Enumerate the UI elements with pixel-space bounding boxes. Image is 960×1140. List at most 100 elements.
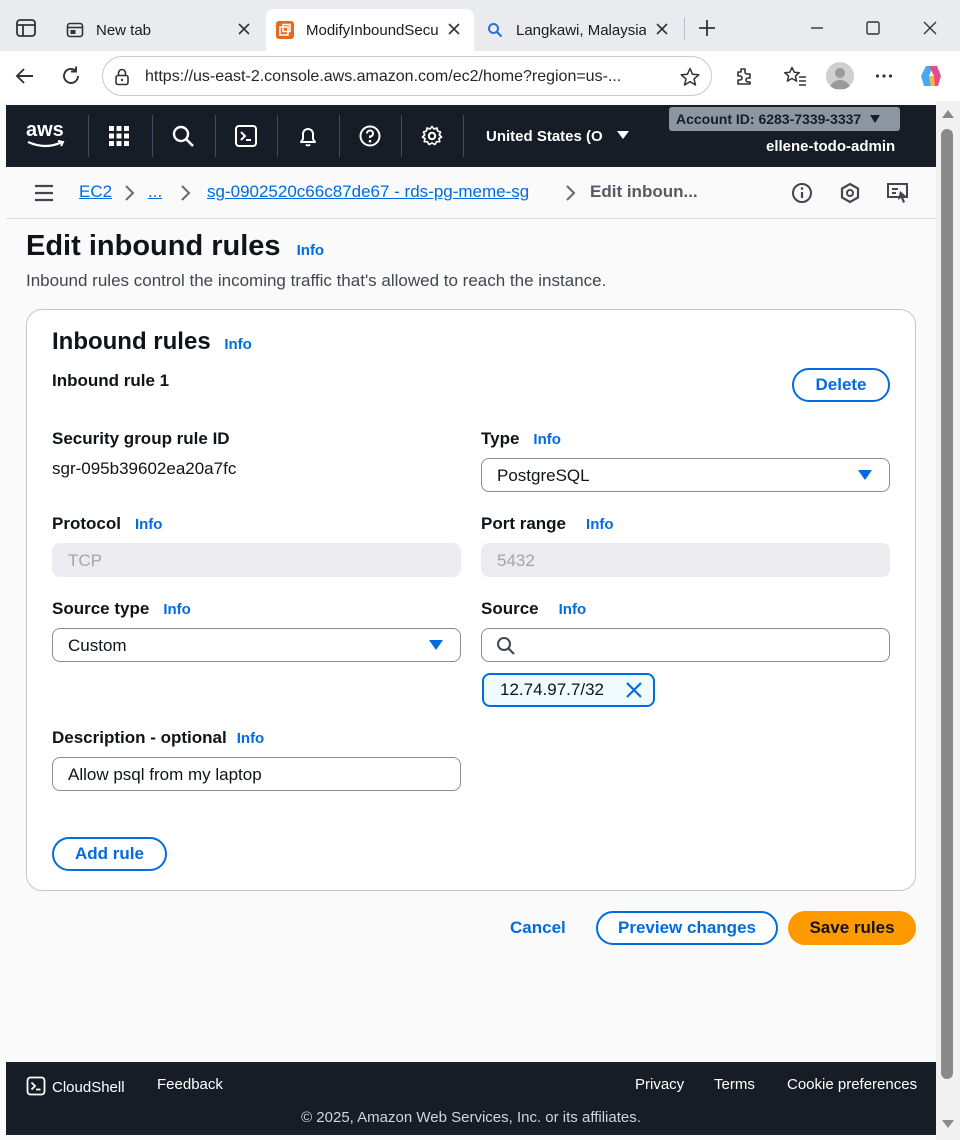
- source-token: 12.74.97.7/32: [482, 673, 655, 707]
- tutorial-panel-icon[interactable]: [885, 180, 911, 206]
- breadcrumb-ec2[interactable]: EC2: [79, 182, 112, 202]
- copilot-icon[interactable]: [917, 62, 945, 90]
- info-link[interactable]: Info: [224, 336, 252, 353]
- protocol-field: TCP: [52, 543, 461, 577]
- source-type-label: Source type Info: [52, 599, 191, 619]
- footer-cookie-preferences[interactable]: Cookie preferences: [787, 1076, 917, 1093]
- profile-avatar[interactable]: [826, 62, 854, 90]
- type-label-text: Type: [481, 429, 520, 448]
- type-select[interactable]: PostgreSQL: [481, 458, 890, 492]
- footer-privacy[interactable]: Privacy: [635, 1076, 684, 1093]
- search-icon: [496, 636, 516, 661]
- favorite-star-icon[interactable]: [679, 66, 701, 93]
- info-link[interactable]: Info: [533, 431, 561, 448]
- hamburger-menu-icon[interactable]: [34, 184, 54, 207]
- protocol-label-text: Protocol: [52, 514, 121, 533]
- close-icon[interactable]: [444, 19, 464, 39]
- inbound-rules-card: Inbound rules Info Inbound rule 1 Delete…: [26, 309, 916, 891]
- close-icon[interactable]: [652, 19, 672, 39]
- source-type-label-text: Source type: [52, 599, 150, 618]
- tab-actions-icon[interactable]: [14, 16, 38, 40]
- save-rules-button[interactable]: Save rules: [788, 911, 916, 945]
- search-icon: [486, 21, 504, 39]
- description-label: Description - optional Info: [52, 728, 264, 748]
- tab-modify-inbound[interactable]: ModifyInboundSecu: [266, 9, 474, 51]
- chevron-right-icon: [566, 185, 576, 201]
- services-grid-icon[interactable]: [106, 123, 132, 149]
- console-footer: CloudShell Feedback Privacy Terms Cookie…: [6, 1062, 936, 1135]
- delete-button[interactable]: Delete: [792, 368, 890, 402]
- footer-cloudshell-label: CloudShell: [52, 1079, 125, 1096]
- footer-feedback[interactable]: Feedback: [157, 1076, 223, 1093]
- caret-down-icon: [870, 115, 881, 123]
- scrollbar-thumb[interactable]: [941, 129, 953, 1079]
- info-link[interactable]: Info: [297, 242, 325, 259]
- header-divider: [339, 115, 340, 157]
- region-selector[interactable]: United States (O: [486, 128, 629, 145]
- settings-gear-icon[interactable]: [419, 123, 445, 149]
- footer-terms[interactable]: Terms: [714, 1076, 755, 1093]
- type-select-value: PostgreSQL: [497, 466, 590, 485]
- region-label: United States (O: [486, 128, 603, 145]
- tab-langkawi[interactable]: Langkawi, Malaysia: [476, 9, 682, 51]
- cloudshell-icon[interactable]: [233, 123, 259, 149]
- close-icon[interactable]: [234, 19, 254, 39]
- breadcrumb-security-group[interactable]: sg-0902520c66c87de67 - rds-pg-meme-sg: [207, 182, 529, 202]
- info-circle-icon[interactable]: [789, 180, 815, 206]
- lock-icon[interactable]: [112, 67, 132, 92]
- info-link[interactable]: Info: [559, 601, 587, 618]
- remove-token-icon[interactable]: [625, 681, 643, 699]
- favorites-icon[interactable]: [781, 62, 809, 90]
- page-scrollbar[interactable]: [936, 101, 960, 1140]
- hexagon-settings-icon[interactable]: [837, 180, 863, 206]
- new-tab-icon: [66, 21, 84, 39]
- notifications-bell-icon[interactable]: [295, 123, 321, 149]
- account-id-label: Account ID: 6283-7339-3337: [676, 111, 862, 127]
- aws-console-header: aws United States (O Account ID: 6283-73…: [6, 105, 936, 167]
- minimize-icon[interactable]: [803, 14, 831, 42]
- sg-rule-id-value: sgr-095b39602ea20a7fc: [52, 459, 237, 478]
- refresh-icon[interactable]: [57, 62, 85, 90]
- cancel-button[interactable]: Cancel: [510, 918, 566, 938]
- tab-new-tab[interactable]: New tab: [56, 9, 264, 51]
- breadcrumb-current: Edit inboun...: [590, 182, 698, 201]
- maximize-icon[interactable]: [859, 14, 887, 42]
- more-menu-icon[interactable]: [870, 62, 898, 90]
- info-link[interactable]: Info: [135, 516, 163, 533]
- protocol-label: Protocol Info: [52, 514, 162, 534]
- header-divider: [88, 115, 89, 157]
- account-id-menu[interactable]: Account ID: 6283-7339-3337: [669, 107, 900, 131]
- card-title: Inbound rules Info: [52, 328, 252, 356]
- source-search-input[interactable]: [481, 628, 890, 662]
- header-divider: [401, 115, 402, 157]
- back-arrow-icon[interactable]: [11, 62, 39, 90]
- add-rule-button[interactable]: Add rule: [52, 837, 167, 871]
- browser-toolbar: https://us-east-2.console.aws.amazon.com…: [0, 51, 960, 101]
- user-menu[interactable]: ellene-todo-admin: [766, 138, 895, 155]
- footer-cloudshell[interactable]: CloudShell: [26, 1076, 125, 1100]
- source-label-text: Source: [481, 599, 539, 618]
- help-icon[interactable]: [357, 123, 383, 149]
- window-close-icon[interactable]: [916, 14, 944, 42]
- description-input[interactable]: Allow psql from my laptop: [52, 757, 461, 791]
- scroll-up-arrow-icon[interactable]: [942, 110, 954, 118]
- search-icon[interactable]: [170, 123, 196, 149]
- header-divider: [463, 115, 464, 157]
- source-type-select[interactable]: Custom: [52, 628, 461, 662]
- address-bar[interactable]: https://us-east-2.console.aws.amazon.com…: [102, 56, 712, 96]
- tab-title: New tab: [96, 21, 152, 39]
- preview-changes-button[interactable]: Preview changes: [596, 911, 778, 945]
- footer-copyright: © 2025, Amazon Web Services, Inc. or its…: [301, 1109, 641, 1126]
- breadcrumb-ellipsis[interactable]: ...: [148, 182, 162, 202]
- caret-down-icon: [858, 470, 872, 480]
- url-text: https://us-east-2.console.aws.amazon.com…: [145, 68, 622, 85]
- type-label: Type Info: [481, 429, 561, 449]
- info-link[interactable]: Info: [163, 601, 191, 618]
- info-link[interactable]: Info: [586, 516, 614, 533]
- scroll-down-arrow-icon[interactable]: [942, 1120, 954, 1128]
- extensions-icon[interactable]: [730, 62, 758, 90]
- chevron-right-icon: [181, 185, 191, 201]
- new-tab-plus-icon[interactable]: [693, 14, 721, 42]
- info-link[interactable]: Info: [237, 730, 265, 747]
- aws-logo[interactable]: aws: [26, 120, 68, 152]
